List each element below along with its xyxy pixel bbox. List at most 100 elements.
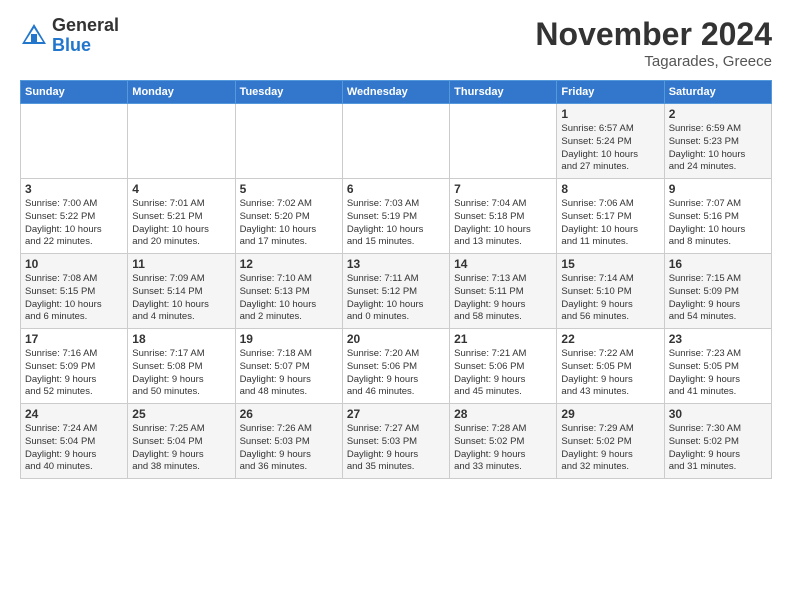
calendar-cell: 8Sunrise: 7:06 AMSunset: 5:17 PMDaylight… <box>557 179 664 254</box>
month-title: November 2024 <box>535 16 772 53</box>
day-number: 3 <box>25 182 123 196</box>
day-number: 22 <box>561 332 659 346</box>
calendar-cell: 28 Sunrise: 7:28 AMSunset: 5:02 PMDayligh… <box>450 404 557 479</box>
weekday-header-wednesday: Wednesday <box>342 81 449 104</box>
day-number: 13 <box>347 257 445 271</box>
calendar-cell: 7Sunrise: 7:04 AMSunset: 5:18 PMDaylight… <box>450 179 557 254</box>
day-number: 6 <box>347 182 445 196</box>
calendar-cell: 24Sunrise: 7:24 AMSunset: 5:04 PMDayligh… <box>21 404 128 479</box>
calendar-cell <box>128 104 235 179</box>
day-info: Sunrise: 7:29 AMSunset: 5:02 PMDaylight:… <box>561 423 659 474</box>
day-info: Sunrise: 7:15 AMSunset: 5:09 PMDaylight:… <box>669 273 767 324</box>
day-number: 7 <box>454 182 552 196</box>
calendar-cell: 12 Sunrise: 7:10 AMSunset: 5:13 PMDayligh… <box>235 254 342 329</box>
day-info: Sunrise: 7:10 AMSunset: 5:13 PMDaylight:… <box>240 273 338 324</box>
day-info: Sunrise: 7:03 AMSunset: 5:19 PMDaylight:… <box>347 198 445 249</box>
day-number: 18 <box>132 332 230 346</box>
weekday-header-sunday: Sunday <box>21 81 128 104</box>
weekday-header-thursday: Thursday <box>450 81 557 104</box>
weekday-header-monday: Monday <box>128 81 235 104</box>
day-number: 30 <box>669 407 767 421</box>
calendar-cell: 10 Sunrise: 7:08 AMSunset: 5:15 PMDayligh… <box>21 254 128 329</box>
day-number: 16 <box>669 257 767 271</box>
header: General Blue November 2024 Tagarades, Gr… <box>20 16 772 70</box>
calendar-cell: 17Sunrise: 7:16 AMSunset: 5:09 PMDayligh… <box>21 329 128 404</box>
day-number: 19 <box>240 332 338 346</box>
day-number: 10 <box>25 257 123 271</box>
day-number: 5 <box>240 182 338 196</box>
title-block: November 2024 Tagarades, Greece <box>535 16 772 70</box>
day-number: 26 <box>240 407 338 421</box>
calendar-header: SundayMondayTuesdayWednesdayThursdayFrid… <box>21 81 772 104</box>
page: General Blue November 2024 Tagarades, Gr… <box>0 0 792 612</box>
day-info: Sunrise: 6:57 AMSunset: 5:24 PMDaylight:… <box>561 123 659 174</box>
calendar-cell: 5Sunrise: 7:02 AMSunset: 5:20 PMDaylight… <box>235 179 342 254</box>
weekday-header-friday: Friday <box>557 81 664 104</box>
day-info: Sunrise: 7:28 AMSunset: 5:02 PMDaylight:… <box>454 423 552 474</box>
weekday-header-saturday: Saturday <box>664 81 771 104</box>
day-number: 20 <box>347 332 445 346</box>
calendar-cell: 25Sunrise: 7:25 AMSunset: 5:04 PMDayligh… <box>128 404 235 479</box>
day-number: 17 <box>25 332 123 346</box>
day-info: Sunrise: 6:59 AMSunset: 5:23 PMDaylight:… <box>669 123 767 174</box>
calendar-cell <box>235 104 342 179</box>
calendar-cell: 13 Sunrise: 7:11 AMSunset: 5:12 PMDayligh… <box>342 254 449 329</box>
calendar-cell: 3 Sunrise: 7:00 AMSunset: 5:22 PMDaylight… <box>21 179 128 254</box>
day-info: Sunrise: 7:09 AMSunset: 5:14 PMDaylight:… <box>132 273 230 324</box>
calendar-body: 1 Sunrise: 6:57 AMSunset: 5:24 PMDaylight… <box>21 104 772 479</box>
calendar-cell: 2 Sunrise: 6:59 AMSunset: 5:23 PMDaylight… <box>664 104 771 179</box>
logo-text: General Blue <box>52 16 119 56</box>
day-info: Sunrise: 7:11 AMSunset: 5:12 PMDaylight:… <box>347 273 445 324</box>
calendar-week-1: 3 Sunrise: 7:00 AMSunset: 5:22 PMDaylight… <box>21 179 772 254</box>
calendar-week-2: 10 Sunrise: 7:08 AMSunset: 5:15 PMDayligh… <box>21 254 772 329</box>
day-info: Sunrise: 7:24 AMSunset: 5:04 PMDaylight:… <box>25 423 123 474</box>
calendar-cell: 1 Sunrise: 6:57 AMSunset: 5:24 PMDaylight… <box>557 104 664 179</box>
calendar-cell: 11 Sunrise: 7:09 AMSunset: 5:14 PMDayligh… <box>128 254 235 329</box>
day-info: Sunrise: 7:01 AMSunset: 5:21 PMDaylight:… <box>132 198 230 249</box>
day-number: 2 <box>669 107 767 121</box>
day-info: Sunrise: 7:21 AMSunset: 5:06 PMDaylight:… <box>454 348 552 399</box>
calendar-cell: 30 Sunrise: 7:30 AMSunset: 5:02 PMDayligh… <box>664 404 771 479</box>
calendar-cell <box>342 104 449 179</box>
calendar-cell: 16 Sunrise: 7:15 AMSunset: 5:09 PMDayligh… <box>664 254 771 329</box>
logo-general: General <box>52 16 119 36</box>
calendar-cell <box>21 104 128 179</box>
calendar-cell: 29 Sunrise: 7:29 AMSunset: 5:02 PMDayligh… <box>557 404 664 479</box>
calendar-cell: 27Sunrise: 7:27 AMSunset: 5:03 PMDayligh… <box>342 404 449 479</box>
day-number: 8 <box>561 182 659 196</box>
day-number: 29 <box>561 407 659 421</box>
day-info: Sunrise: 7:17 AMSunset: 5:08 PMDaylight:… <box>132 348 230 399</box>
calendar-cell: 9Sunrise: 7:07 AMSunset: 5:16 PMDaylight… <box>664 179 771 254</box>
logo-icon <box>20 22 48 50</box>
logo: General Blue <box>20 16 119 56</box>
day-number: 4 <box>132 182 230 196</box>
day-number: 21 <box>454 332 552 346</box>
day-info: Sunrise: 7:22 AMSunset: 5:05 PMDaylight:… <box>561 348 659 399</box>
day-info: Sunrise: 7:08 AMSunset: 5:15 PMDaylight:… <box>25 273 123 324</box>
calendar-week-0: 1 Sunrise: 6:57 AMSunset: 5:24 PMDaylight… <box>21 104 772 179</box>
day-info: Sunrise: 7:30 AMSunset: 5:02 PMDaylight:… <box>669 423 767 474</box>
calendar-cell: 6 Sunrise: 7:03 AMSunset: 5:19 PMDaylight… <box>342 179 449 254</box>
day-number: 12 <box>240 257 338 271</box>
location-subtitle: Tagarades, Greece <box>535 53 772 70</box>
calendar-cell: 19 Sunrise: 7:18 AMSunset: 5:07 PMDayligh… <box>235 329 342 404</box>
day-info: Sunrise: 7:23 AMSunset: 5:05 PMDaylight:… <box>669 348 767 399</box>
calendar-cell: 22 Sunrise: 7:22 AMSunset: 5:05 PMDayligh… <box>557 329 664 404</box>
day-info: Sunrise: 7:14 AMSunset: 5:10 PMDaylight:… <box>561 273 659 324</box>
day-info: Sunrise: 7:20 AMSunset: 5:06 PMDaylight:… <box>347 348 445 399</box>
day-info: Sunrise: 7:25 AMSunset: 5:04 PMDaylight:… <box>132 423 230 474</box>
calendar-week-3: 17Sunrise: 7:16 AMSunset: 5:09 PMDayligh… <box>21 329 772 404</box>
calendar-cell: 15Sunrise: 7:14 AMSunset: 5:10 PMDayligh… <box>557 254 664 329</box>
day-number: 28 <box>454 407 552 421</box>
day-info: Sunrise: 7:18 AMSunset: 5:07 PMDaylight:… <box>240 348 338 399</box>
day-info: Sunrise: 7:27 AMSunset: 5:03 PMDaylight:… <box>347 423 445 474</box>
calendar-cell: 14 Sunrise: 7:13 AMSunset: 5:11 PMDayligh… <box>450 254 557 329</box>
day-info: Sunrise: 7:00 AMSunset: 5:22 PMDaylight:… <box>25 198 123 249</box>
calendar-cell: 26Sunrise: 7:26 AMSunset: 5:03 PMDayligh… <box>235 404 342 479</box>
day-number: 1 <box>561 107 659 121</box>
day-info: Sunrise: 7:13 AMSunset: 5:11 PMDaylight:… <box>454 273 552 324</box>
day-number: 14 <box>454 257 552 271</box>
calendar-cell: 20 Sunrise: 7:20 AMSunset: 5:06 PMDayligh… <box>342 329 449 404</box>
calendar: SundayMondayTuesdayWednesdayThursdayFrid… <box>20 80 772 479</box>
day-number: 11 <box>132 257 230 271</box>
